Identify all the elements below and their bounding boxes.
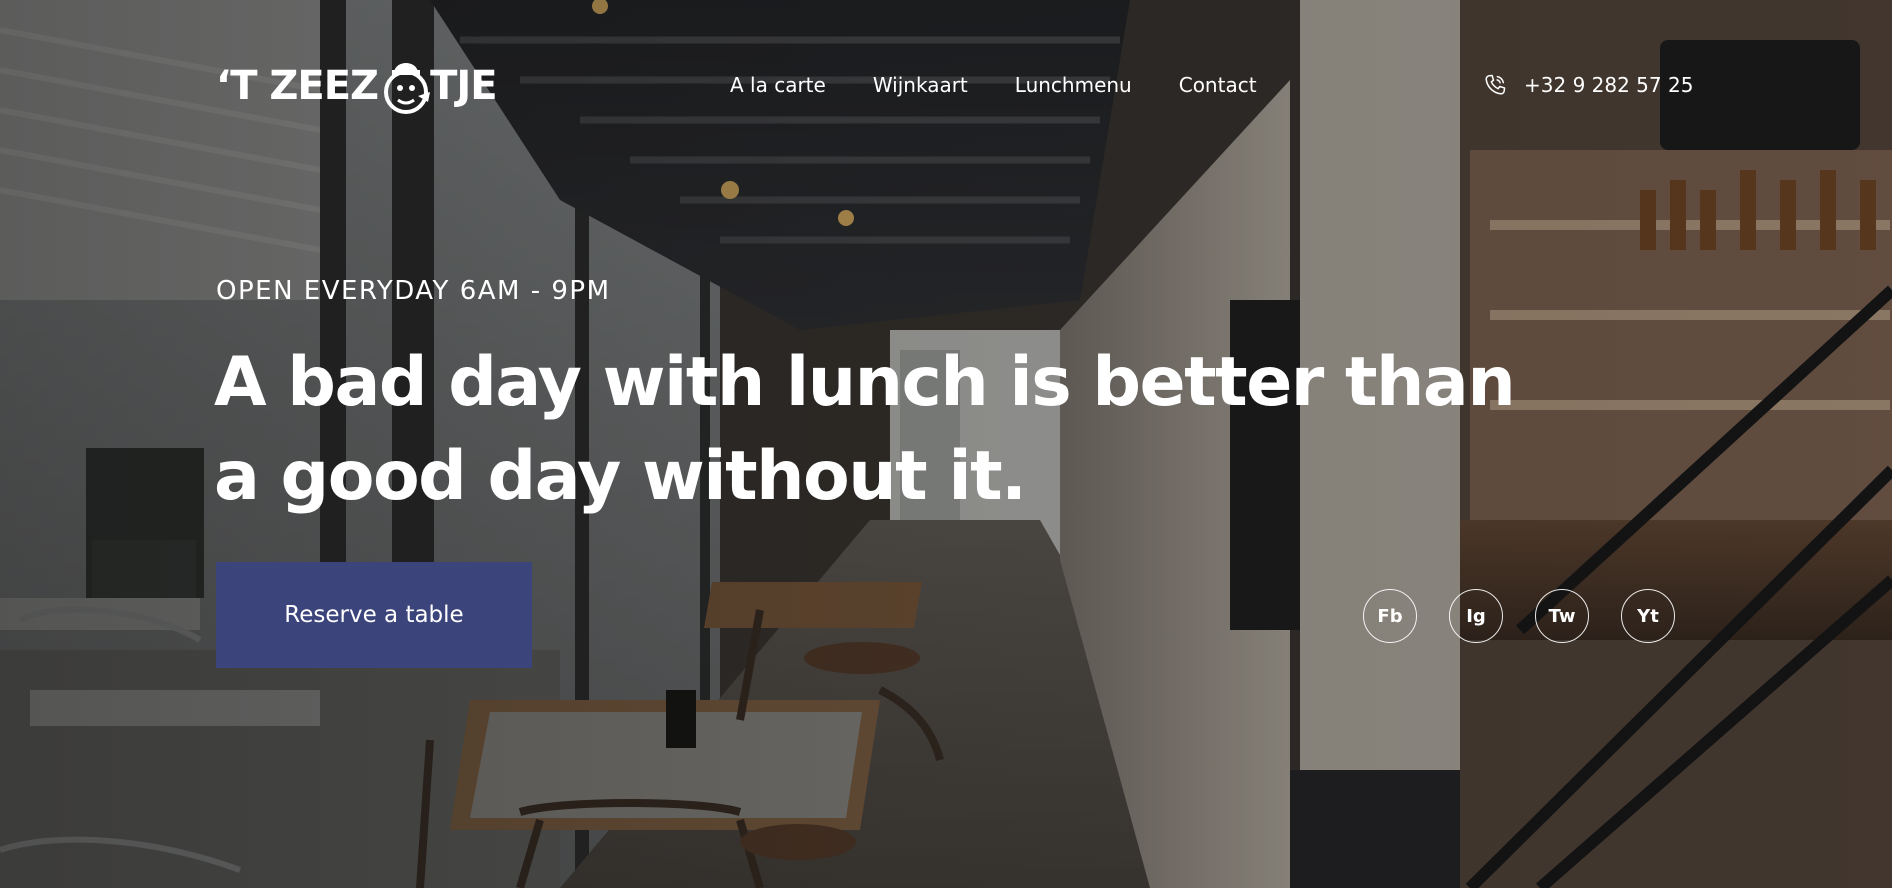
twitter-link[interactable]: Tw (1535, 589, 1589, 643)
nav-item-contact[interactable]: Contact (1179, 70, 1257, 100)
site-logo[interactable]: ‘T ZEEZ TJE (216, 54, 498, 118)
main-nav: A la carte Wijnkaart Lunchmenu Contact (730, 70, 1257, 100)
mascot-icon (384, 63, 431, 114)
facebook-link[interactable]: Fb (1363, 589, 1417, 643)
instagram-link[interactable]: Ig (1449, 589, 1503, 643)
opening-hours: OPEN EVERYDAY 6AM - 9PM (216, 276, 611, 306)
social-links: Fb Ig Tw Yt (1363, 589, 1675, 643)
reserve-table-button[interactable]: Reserve a table (216, 562, 532, 668)
site-header: ‘T ZEEZ TJE A la carte Wijnkaart Lunchme… (0, 0, 1892, 170)
nav-item-wijnkaart[interactable]: Wijnkaart (873, 70, 968, 100)
logo-text-suffix: TJE (430, 63, 497, 109)
page-title: A bad day with lunch is better than a go… (214, 343, 1516, 516)
youtube-link[interactable]: Yt (1621, 589, 1675, 643)
nav-item-a-la-carte[interactable]: A la carte (730, 70, 826, 100)
nav-item-lunchmenu[interactable]: Lunchmenu (1015, 70, 1132, 100)
hero-section: ‘T ZEEZ TJE A la carte Wijnkaart Lunchme… (0, 0, 1892, 888)
phone-icon (1485, 74, 1506, 95)
phone-link[interactable]: +32 9 282 57 25 (1482, 70, 1693, 100)
phone-number: +32 9 282 57 25 (1524, 73, 1694, 97)
logo-text-prefix: ‘T ZEEZ (216, 63, 379, 109)
